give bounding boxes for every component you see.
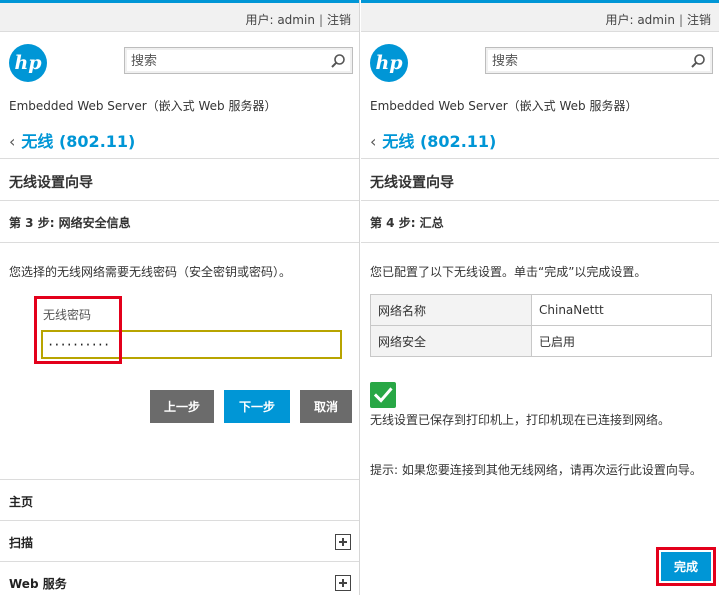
password-label: 无线密码: [43, 308, 92, 322]
user-label: 用户: admin: [245, 13, 315, 27]
divider: [0, 200, 359, 201]
summary-table: 网络名称 ChinaNettt 网络安全 已启用: [370, 294, 712, 357]
expand-plus-icon[interactable]: [335, 575, 351, 591]
product-name: Embedded Web Server（嵌入式 Web 服务器）: [370, 99, 638, 113]
wizard-title: 无线设置向导: [9, 175, 93, 191]
table-cell-value: 已启用: [531, 325, 712, 357]
user-separator: |: [318, 13, 323, 27]
checkmark-icon: [370, 382, 396, 408]
step-title: 第 3 步: 网络安全信息: [9, 216, 131, 230]
divider: [0, 158, 359, 159]
hint-text: 提示: 如果您要连接到其他无线网络，请再次运行此设置向导。: [370, 463, 702, 477]
breadcrumb-label: 无线 (802.11): [382, 132, 497, 151]
nav-item-web-services[interactable]: Web 服务: [0, 561, 359, 595]
product-name: Embedded Web Server（嵌入式 Web 服务器）: [9, 99, 277, 113]
user-separator: |: [678, 13, 683, 27]
step3-panel: 用户: admin| 注销 hp Embedded Web Server（嵌入式 …: [0, 0, 360, 595]
breadcrumb-back[interactable]: ‹ 无线 (802.11): [9, 128, 135, 152]
nav-item-scan[interactable]: 扫描: [0, 520, 359, 561]
search-icon[interactable]: [330, 53, 346, 69]
table-row: 网络名称 ChinaNettt: [370, 294, 712, 326]
logout-link[interactable]: 注销: [687, 13, 711, 27]
top-bar: 用户: admin | 注销: [0, 0, 359, 32]
step-title: 第 4 步: 汇总: [370, 216, 444, 230]
hp-logo[interactable]: hp: [9, 44, 47, 82]
step4-panel: 用户: admin| 注销 hp Embedded Web Server（嵌入式 …: [361, 0, 719, 595]
table-cell-key: 网络安全: [370, 325, 532, 357]
hp-logo[interactable]: hp: [370, 44, 408, 82]
hp-logo-mark: hp: [14, 52, 42, 74]
finish-button[interactable]: 完成: [661, 552, 711, 581]
search-input[interactable]: [492, 52, 682, 70]
step-description: 您选择的无线网络需要无线密码（安全密钥或密码）。: [9, 265, 292, 279]
divider: [0, 242, 359, 243]
saved-message: 无线设置已保存到打印机上，打印机现在已连接到网络。: [370, 413, 671, 427]
nav-item-label: 扫描: [9, 536, 34, 550]
step-description: 您已配置了以下无线设置。单击“完成”以完成设置。: [370, 265, 647, 279]
hp-logo-text: hp: [14, 52, 42, 74]
divider: [361, 200, 719, 201]
breadcrumb-label: 无线 (802.11): [21, 132, 136, 151]
logout-link[interactable]: 注销: [327, 13, 351, 27]
table-cell-key: 网络名称: [370, 294, 532, 326]
hp-logo-text: hp: [375, 52, 403, 74]
password-input[interactable]: [41, 330, 342, 359]
chevron-left-icon: ‹: [370, 132, 377, 151]
nav-item-label: 主页: [9, 495, 34, 509]
search-icon[interactable]: [690, 53, 706, 69]
expand-plus-icon[interactable]: [335, 534, 351, 550]
wizard-title: 无线设置向导: [370, 175, 454, 191]
back-button[interactable]: 上一步: [150, 390, 214, 423]
top-bar: 用户: admin | 注销: [361, 0, 719, 32]
cancel-button[interactable]: 取消: [300, 390, 352, 423]
divider: [361, 158, 719, 159]
divider: [361, 242, 719, 243]
search-box: [485, 47, 713, 74]
nav-item-label: Web 服务: [9, 577, 67, 591]
table-row: 网络安全 已启用: [370, 325, 712, 357]
nav-item-home[interactable]: 主页: [0, 479, 359, 520]
hp-logo-mark: hp: [375, 52, 403, 74]
search-box: [124, 47, 353, 74]
user-label: 用户: admin: [605, 13, 675, 27]
next-button[interactable]: 下一步: [224, 390, 290, 423]
breadcrumb-back[interactable]: ‹ 无线 (802.11): [370, 128, 496, 152]
table-cell-value: ChinaNettt: [531, 294, 712, 326]
chevron-left-icon: ‹: [9, 132, 16, 151]
search-input[interactable]: [131, 52, 321, 70]
